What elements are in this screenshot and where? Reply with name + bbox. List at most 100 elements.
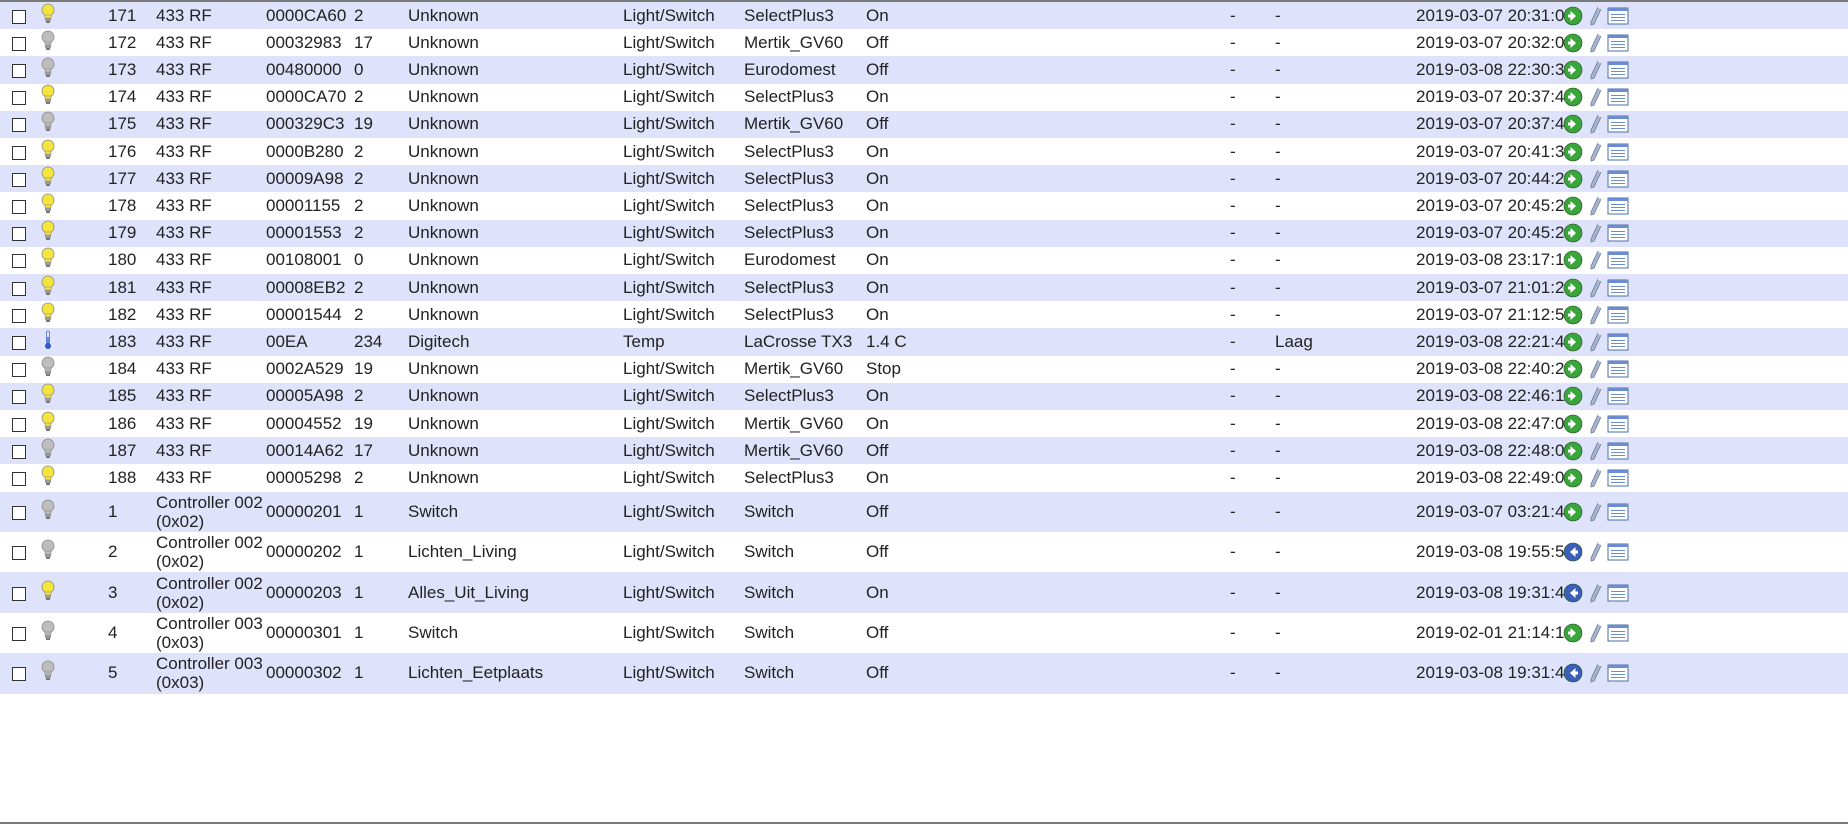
log-icon[interactable]	[1607, 469, 1629, 487]
log-icon[interactable]	[1607, 442, 1629, 460]
edit-icon[interactable]	[1589, 196, 1603, 216]
deactivate-icon[interactable]	[1563, 663, 1583, 683]
bulb-on-icon[interactable]	[40, 3, 56, 25]
row-checkbox[interactable]	[12, 118, 26, 133]
log-icon[interactable]	[1607, 306, 1629, 324]
edit-icon[interactable]	[1589, 468, 1603, 488]
bulb-on-icon[interactable]	[40, 465, 56, 487]
row-checkbox[interactable]	[12, 63, 26, 78]
row-checkbox[interactable]	[12, 199, 26, 214]
bulb-off-icon[interactable]	[40, 438, 56, 460]
log-icon[interactable]	[1607, 61, 1629, 79]
edit-icon[interactable]	[1589, 386, 1603, 406]
activate-icon[interactable]	[1563, 114, 1583, 134]
bulb-on-icon[interactable]	[40, 580, 56, 602]
edit-icon[interactable]	[1589, 359, 1603, 379]
activate-icon[interactable]	[1563, 169, 1583, 189]
bulb-on-icon[interactable]	[40, 383, 56, 405]
activate-icon[interactable]	[1563, 223, 1583, 243]
activate-icon[interactable]	[1563, 87, 1583, 107]
edit-icon[interactable]	[1589, 332, 1603, 352]
row-checkbox[interactable]	[12, 281, 26, 296]
row-checkbox[interactable]	[12, 36, 26, 51]
activate-icon[interactable]	[1563, 250, 1583, 270]
bulb-on-icon[interactable]	[40, 193, 56, 215]
log-icon[interactable]	[1607, 115, 1629, 133]
activate-icon[interactable]	[1563, 386, 1583, 406]
activate-icon[interactable]	[1563, 623, 1583, 643]
row-checkbox[interactable]	[12, 91, 26, 106]
bulb-on-icon[interactable]	[40, 247, 56, 269]
bulb-off-icon[interactable]	[40, 30, 56, 52]
row-checkbox[interactable]	[12, 471, 26, 486]
deactivate-icon[interactable]	[1563, 542, 1583, 562]
deactivate-icon[interactable]	[1563, 583, 1583, 603]
bulb-off-icon[interactable]	[40, 539, 56, 561]
log-icon[interactable]	[1607, 624, 1629, 642]
activate-icon[interactable]	[1563, 441, 1583, 461]
edit-icon[interactable]	[1589, 114, 1603, 134]
thermometer-icon[interactable]	[40, 329, 56, 351]
bulb-on-icon[interactable]	[40, 166, 56, 188]
log-icon[interactable]	[1607, 34, 1629, 52]
activate-icon[interactable]	[1563, 305, 1583, 325]
edit-icon[interactable]	[1589, 223, 1603, 243]
row-checkbox[interactable]	[12, 586, 26, 601]
activate-icon[interactable]	[1563, 196, 1583, 216]
edit-icon[interactable]	[1589, 87, 1603, 107]
edit-icon[interactable]	[1589, 169, 1603, 189]
row-checkbox[interactable]	[12, 145, 26, 160]
row-checkbox[interactable]	[12, 308, 26, 323]
row-checkbox[interactable]	[12, 172, 26, 187]
log-icon[interactable]	[1607, 584, 1629, 602]
activate-icon[interactable]	[1563, 33, 1583, 53]
activate-icon[interactable]	[1563, 278, 1583, 298]
log-icon[interactable]	[1607, 664, 1629, 682]
log-icon[interactable]	[1607, 543, 1629, 561]
bulb-on-icon[interactable]	[40, 84, 56, 106]
row-checkbox[interactable]	[12, 254, 26, 269]
log-icon[interactable]	[1607, 279, 1629, 297]
edit-icon[interactable]	[1589, 142, 1603, 162]
log-icon[interactable]	[1607, 251, 1629, 269]
log-icon[interactable]	[1607, 7, 1629, 25]
edit-icon[interactable]	[1589, 582, 1603, 603]
edit-icon[interactable]	[1589, 414, 1603, 434]
activate-icon[interactable]	[1563, 142, 1583, 162]
edit-icon[interactable]	[1589, 33, 1603, 53]
row-checkbox[interactable]	[12, 227, 26, 242]
log-icon[interactable]	[1607, 170, 1629, 188]
activate-icon[interactable]	[1563, 502, 1583, 522]
bulb-on-icon[interactable]	[40, 139, 56, 161]
bulb-off-icon[interactable]	[40, 111, 56, 133]
activate-icon[interactable]	[1563, 359, 1583, 379]
row-checkbox[interactable]	[12, 363, 26, 378]
row-checkbox[interactable]	[12, 626, 26, 641]
activate-icon[interactable]	[1563, 414, 1583, 434]
log-icon[interactable]	[1607, 360, 1629, 378]
bulb-off-icon[interactable]	[40, 660, 56, 682]
bulb-off-icon[interactable]	[40, 499, 56, 521]
activate-icon[interactable]	[1563, 6, 1583, 26]
row-checkbox[interactable]	[12, 335, 26, 350]
bulb-off-icon[interactable]	[40, 57, 56, 79]
log-icon[interactable]	[1607, 197, 1629, 215]
log-icon[interactable]	[1607, 88, 1629, 106]
row-checkbox[interactable]	[12, 505, 26, 520]
log-icon[interactable]	[1607, 224, 1629, 242]
row-checkbox[interactable]	[12, 667, 26, 682]
edit-icon[interactable]	[1589, 305, 1603, 325]
log-icon[interactable]	[1607, 333, 1629, 351]
edit-icon[interactable]	[1589, 250, 1603, 270]
bulb-off-icon[interactable]	[40, 620, 56, 642]
bulb-on-icon[interactable]	[40, 411, 56, 433]
row-checkbox[interactable]	[12, 546, 26, 561]
edit-icon[interactable]	[1589, 542, 1603, 562]
log-icon[interactable]	[1607, 503, 1629, 521]
row-checkbox[interactable]	[12, 444, 26, 459]
activate-icon[interactable]	[1563, 332, 1583, 352]
edit-icon[interactable]	[1589, 623, 1603, 643]
row-checkbox[interactable]	[12, 9, 26, 24]
edit-icon[interactable]	[1589, 663, 1603, 683]
log-icon[interactable]	[1607, 387, 1629, 405]
